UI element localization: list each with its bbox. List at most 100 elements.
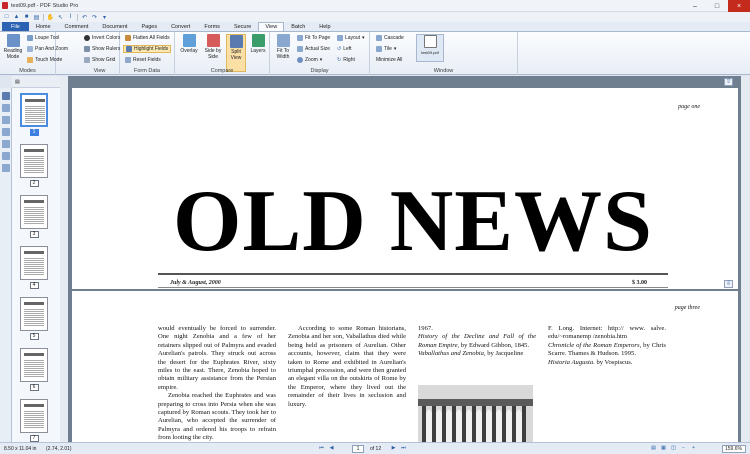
bookmarks-icon[interactable] [2,104,10,112]
side-by-side-button[interactable]: Side by Side [202,34,224,60]
page-thumbnail[interactable]: 4 [20,246,48,289]
cascade-button[interactable]: Cascade [374,34,406,42]
signatures-icon[interactable] [2,152,10,160]
split-view-button[interactable]: Split View [226,34,246,72]
zoom-out-icon[interactable]: − [680,445,687,452]
group-label-display: Display [310,68,329,74]
page-count: of 12 [370,446,382,452]
page-label: page one [678,104,700,110]
tab-help[interactable]: Help [312,22,337,31]
page-number-input[interactable]: 1 [352,445,364,453]
side-by-side-label: Side by Side [204,48,222,60]
tab-batch[interactable]: Batch [284,22,312,31]
undo-icon[interactable]: ↶ [81,14,88,21]
overlay-icon [182,34,196,47]
redo-icon[interactable]: ↷ [91,14,98,21]
reading-mode-button[interactable]: Reading Mode [2,34,24,60]
close-icon[interactable]: × [728,0,750,12]
page-thumbnail[interactable]: 6 [20,348,48,391]
fit-width-label: Fit To Width [276,48,290,60]
reference-text: 1967. [418,325,433,332]
previous-page-icon[interactable]: ◀ [328,445,335,452]
split-down-icon[interactable]: ⇩ [724,280,733,288]
layers-button[interactable]: Layers [248,34,268,55]
attachments-icon[interactable] [2,140,10,148]
customize-chevron-icon[interactable]: ▾ [101,14,108,21]
chevron-down-icon: ▾ [319,57,323,63]
layers-icon [251,34,265,47]
touch-label: Touch Mode [35,57,63,63]
ruins-photo [418,385,533,442]
zoom-in-icon[interactable]: + [690,445,697,452]
page-thumbnail[interactable]: 2 [20,144,48,187]
pages-icon[interactable] [2,92,10,100]
page-thumbnail[interactable]: 3 [20,195,48,238]
flatten-fields-button[interactable]: Flatten All Fields [123,34,172,42]
invert-colors-button[interactable]: Invert Colors [82,34,122,42]
show-grid-button[interactable]: Show Grid [82,56,117,64]
zoom-level-field[interactable]: 159.6% [722,445,746,453]
fit-to-page-button[interactable]: Fit To Page [295,34,332,42]
minimize-icon[interactable]: – [684,0,706,12]
group-window: Cascade Tile ▾ Minimize All test09.pdf Wi… [370,32,518,75]
touch-mode-button[interactable]: Touch Mode [25,56,64,64]
tab-pages[interactable]: Pages [134,22,164,31]
first-page-icon[interactable]: ⏮ [318,445,325,452]
last-page-icon[interactable]: ⏭ [400,445,407,452]
show-rulers-button[interactable]: Show Rulers [82,45,122,53]
facing-view-icon[interactable]: ◫ [670,445,677,452]
cascade-label: Cascade [384,35,404,41]
select-tool-icon[interactable]: ↖ [57,14,64,21]
maximize-icon[interactable]: □ [706,0,728,12]
hand-tool-icon[interactable]: ✋ [47,14,54,21]
split-up-icon[interactable]: ⇧ [724,78,733,86]
open-document-window[interactable]: test09.pdf [416,34,444,62]
page-thumbnail[interactable]: 7 [20,399,48,442]
hand-icon [27,57,33,63]
document-scrollbar[interactable] [741,76,749,442]
thumbnail-scrollbar[interactable] [60,76,68,442]
overlay-button[interactable]: Overlay [178,34,200,55]
open-folder-icon[interactable]: ▲ [13,14,20,21]
continuous-view-icon[interactable]: ▦ [660,445,667,452]
tab-document[interactable]: Document [95,22,134,31]
tile-dropdown[interactable]: Tile ▾ [374,45,398,53]
print-icon[interactable]: ▤ [33,14,40,21]
destinations-icon[interactable] [2,164,10,172]
reset-fields-button[interactable]: Reset Fields [123,56,163,64]
loupe-tool-button[interactable]: Loupe Tool [25,34,61,42]
zoom-dropdown[interactable]: Zoom ▾ [295,56,324,64]
tab-view[interactable]: View [258,22,285,31]
tab-home[interactable]: Home [29,22,58,31]
reference-text: , by Edward Gibbon, 1845. [457,341,530,349]
grid-icon [84,57,90,63]
page-thumbnail[interactable]: 5 [20,297,48,340]
tab-secure[interactable]: Secure [227,22,258,31]
actual-size-button[interactable]: Actual Size [295,45,332,53]
fit-to-width-button[interactable]: Fit To Width [272,34,294,60]
zoom-icon [297,57,303,63]
tab-comment[interactable]: Comment [58,22,96,31]
new-file-icon[interactable]: □ [3,14,10,21]
page-thumbnail[interactable]: 1 [20,93,48,136]
highlight-fields-button[interactable]: Highlight Fields [123,45,172,53]
single-page-view-icon[interactable]: ▤ [650,445,657,452]
thumbnail-options-icon[interactable]: ▤ [15,79,20,85]
tab-convert[interactable]: Convert [164,22,197,31]
pan-zoom-button[interactable]: Pan And Zoom [25,45,70,53]
layers-panel-icon[interactable] [2,116,10,124]
minimize-all-button[interactable]: Minimize All [374,56,404,64]
text-tool-icon[interactable]: I [67,14,74,21]
thumbnail-number: 5 [29,333,39,340]
save-icon[interactable]: ■ [23,14,30,21]
references-column: 1967. History of the Decline and Fall of… [418,325,536,359]
next-page-icon[interactable]: ▶ [390,445,397,452]
tab-file[interactable]: File [2,22,29,31]
comments-icon[interactable] [2,128,10,136]
tab-forms[interactable]: Forms [197,22,227,31]
rotate-right-button[interactable]: ↻ Right [335,56,357,64]
toolbar-divider [43,13,44,21]
document-thumbnail-icon [423,35,437,48]
layout-dropdown[interactable]: Layout ▾ [335,34,367,42]
rotate-left-button[interactable]: ↺ Left [335,45,354,53]
